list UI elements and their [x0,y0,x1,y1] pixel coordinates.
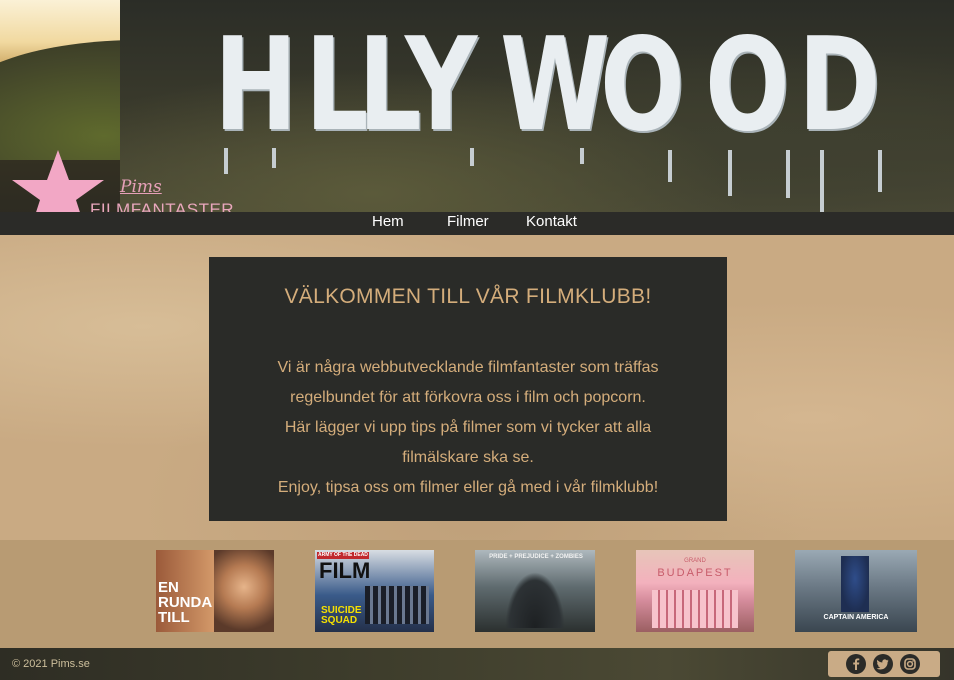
welcome-line: Vi är några webbutvecklande filmfantaste… [277,359,659,376]
sign-letter: Y [405,11,477,160]
poster-captain-america[interactable]: CAPTAIN AMERICA [795,550,917,632]
sign-letter: W [500,11,610,160]
instagram-icon[interactable] [900,654,920,674]
nav-item-filmer[interactable]: Filmer [447,213,489,230]
site-logo[interactable]: Pims FILMFANTASTER [8,150,258,215]
poster-figures [505,572,565,628]
facebook-icon[interactable] [846,654,866,674]
poster-grand-budapest[interactable]: GRAND BUDAPEST [636,550,754,632]
poster-en-runda-till[interactable]: EN RUNDA TILL [156,550,274,632]
nav-item-hem[interactable]: Hem [372,213,404,230]
nav-item-kontakt[interactable]: Kontakt [526,213,577,230]
welcome-title: VÄLKOMMEN TILL VÅR FILMKLUBB! [284,285,652,308]
sign-letter: D [798,11,881,160]
poster-figure [841,556,869,612]
poster-title-line: BUDAPEST [657,567,733,579]
welcome-line: Här lägger vi upp tips på filmer som vi … [284,419,652,436]
sign-post [786,150,790,198]
sign-post [668,150,672,182]
sign-post [728,150,732,196]
logo-text-pims: Pims [120,177,162,197]
social-links [828,651,940,677]
sign-post [272,148,276,168]
sign-post [878,150,882,192]
hero-banner: H L L Y W O O D Pims FILMFANTASTER [0,0,954,215]
poster-title: EN RUNDA TILL [158,580,212,625]
sign-letter: O [600,11,685,160]
poster-film-magazine[interactable]: ARMY OF THE DEAD FILM SUICIDE SQUAD [315,550,434,632]
welcome-text: Vi är några webbutvecklande filmfantaste… [209,353,727,503]
poster-subtitle: SUICIDE SQUAD [321,605,362,626]
poster-figures [365,586,429,624]
poster-title: FILM [319,558,371,583]
sign-post [580,148,584,164]
poster-title-line: RUNDA [158,594,213,611]
poster-hotel [652,590,738,628]
poster-pride-prejudice-zombies[interactable]: PRIDE + PREJUDICE + ZOMBIES [475,550,595,632]
poster-title-line: TILL [158,609,190,626]
poster-title-line: GRAND [684,558,706,564]
sign-post [820,150,824,212]
footer: © 2021 Pims.se [0,648,954,680]
welcome-panel: VÄLKOMMEN TILL VÅR FILMKLUBB! Vi är någr… [209,257,727,521]
copyright-text: © 2021 Pims.se [12,658,90,670]
sign-post [470,148,474,166]
welcome-line: regelbundet för att förkovra oss i film … [290,389,646,406]
poster-strip: EN RUNDA TILL ARMY OF THE DEAD FILM SUIC… [0,540,954,648]
main-nav: Hem Filmer Kontakt [0,212,954,235]
sign-letter: H [214,11,298,160]
twitter-icon[interactable] [873,654,893,674]
sign-letter: L [305,11,369,160]
poster-face [214,550,274,632]
main-content: VÄLKOMMEN TILL VÅR FILMKLUBB! Vi är någr… [0,235,954,540]
sign-letter: O [705,11,790,160]
welcome-line: Enjoy, tipsa oss om filmer eller gå med … [277,479,659,496]
poster-title: PRIDE + PREJUDICE + ZOMBIES [489,554,583,560]
welcome-line: filmälskare ska se. [402,449,534,466]
poster-title-line: EN [158,579,179,596]
poster-title: CAPTAIN AMERICA [823,614,889,621]
